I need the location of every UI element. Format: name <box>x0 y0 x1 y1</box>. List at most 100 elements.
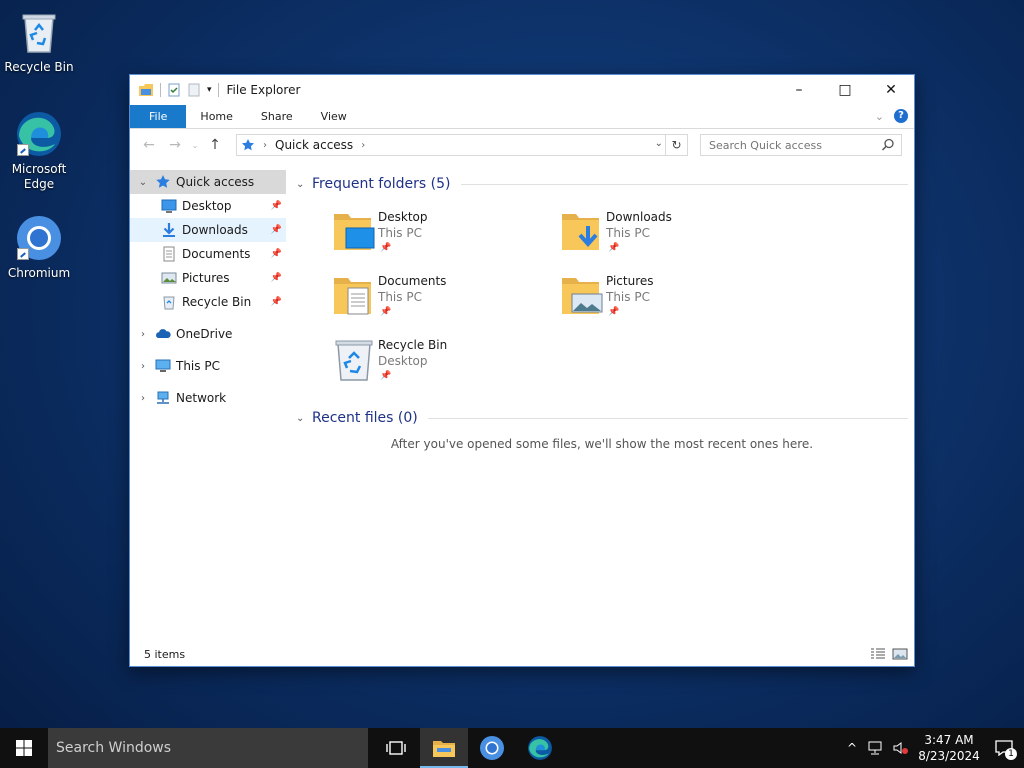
network-status-icon[interactable] <box>867 741 883 755</box>
tile-location: This PC <box>378 290 422 304</box>
desktop-icon <box>161 199 177 213</box>
title-bar[interactable]: ▾ File Explorer – □ ✕ <box>130 75 914 105</box>
header-divider <box>460 183 908 185</box>
search-box[interactable] <box>700 134 902 156</box>
details-view-icon[interactable] <box>870 648 886 660</box>
address-dropdown-icon[interactable]: ⌄ <box>655 138 663 149</box>
collapse-chevron-icon[interactable]: ⌄ <box>296 179 312 190</box>
refresh-button[interactable]: ↻ <box>665 135 687 155</box>
tile-name: Recycle Bin <box>378 338 448 352</box>
folder-tile-downloads[interactable]: Downloads This PC 📌 <box>560 208 780 268</box>
breadcrumb-chevron-icon[interactable]: › <box>263 140 267 151</box>
nav-quick-access[interactable]: ⌄ Quick access <box>130 170 286 194</box>
pin-icon: 📌 <box>608 243 620 253</box>
expand-chevron-icon[interactable]: › <box>136 361 150 372</box>
recycle-bin-icon <box>163 296 175 310</box>
large-icons-view-icon[interactable] <box>892 648 908 660</box>
recent-locations-icon[interactable]: ⌄ <box>188 141 202 150</box>
pin-icon: 📌 <box>270 201 282 211</box>
close-button[interactable]: ✕ <box>868 75 914 105</box>
action-center-button[interactable]: 1 <box>984 728 1024 768</box>
pin-icon: 📌 <box>270 273 282 283</box>
navigation-pane: ⌄ Quick access Desktop 📌 Downloads 📌 Doc… <box>130 162 290 642</box>
expand-chevron-icon[interactable]: › <box>136 329 150 340</box>
tile-location: Desktop <box>378 354 428 368</box>
new-folder-icon[interactable] <box>187 83 201 97</box>
collapse-chevron-icon[interactable]: ⌄ <box>136 177 150 188</box>
nav-this-pc[interactable]: › This PC <box>130 354 286 378</box>
volume-muted-icon[interactable] <box>893 741 909 755</box>
tile-name: Documents <box>378 274 447 288</box>
minimize-button[interactable]: – <box>776 75 822 105</box>
folder-tile-documents[interactable]: Documents This PC 📌 <box>332 272 552 332</box>
shortcut-arrow-icon <box>17 248 29 260</box>
taskbar-chromium[interactable] <box>468 728 516 768</box>
clock-time: 3:47 AM <box>924 733 974 747</box>
pin-icon: 📌 <box>608 307 620 317</box>
properties-icon[interactable] <box>167 83 181 97</box>
desktop-icon-recycle-bin[interactable]: Recycle Bin <box>1 8 77 75</box>
nav-desktop[interactable]: Desktop 📌 <box>130 194 286 218</box>
tab-share[interactable]: Share <box>247 105 307 128</box>
back-button[interactable]: ← <box>136 137 162 153</box>
nav-label: Pictures <box>182 271 230 285</box>
nav-recycle-bin[interactable]: Recycle Bin 📌 <box>130 290 286 314</box>
show-hidden-icons-icon[interactable]: ^ <box>847 741 857 755</box>
nav-pictures[interactable]: Pictures 📌 <box>130 266 286 290</box>
recent-files-header[interactable]: ⌄ Recent files (0) <box>296 408 908 428</box>
taskbar-search-box[interactable]: Search Windows <box>48 728 368 768</box>
address-bar[interactable]: › Quick access › ⌄ ↻ <box>236 134 688 156</box>
nav-label: Recycle Bin <box>182 295 252 309</box>
nav-downloads[interactable]: Downloads 📌 <box>130 218 286 242</box>
nav-label: Documents <box>182 247 251 261</box>
help-icon[interactable]: ? <box>894 109 908 123</box>
tile-name: Downloads <box>606 210 672 224</box>
nav-documents[interactable]: Documents 📌 <box>130 242 286 266</box>
tab-home[interactable]: Home <box>186 105 246 128</box>
cloud-icon <box>156 329 171 338</box>
quick-access-toolbar: ▾ <box>138 83 219 97</box>
nav-label: This PC <box>176 359 220 373</box>
customize-qat-icon[interactable]: ▾ <box>207 85 212 95</box>
tab-view[interactable]: View <box>307 105 361 128</box>
pin-icon: 📌 <box>380 243 392 253</box>
expand-ribbon-icon[interactable]: ⌄ <box>875 110 884 123</box>
item-count: 5 items <box>144 647 186 661</box>
search-input[interactable] <box>709 138 869 152</box>
header-divider <box>427 417 908 419</box>
maximize-button[interactable]: □ <box>822 75 868 105</box>
taskbar-file-explorer[interactable] <box>420 728 468 768</box>
file-explorer-icon <box>433 741 455 757</box>
desktop-icon-label: Microsoft Edge <box>11 162 67 191</box>
frequent-folders-header[interactable]: ⌄ Frequent folders (5) <box>296 174 908 194</box>
forward-button[interactable]: → <box>162 137 188 153</box>
folder-tile-recycle-bin[interactable]: Recycle Bin Desktop 📌 <box>332 336 552 396</box>
tab-file[interactable]: File <box>130 105 187 128</box>
task-view-button[interactable] <box>372 728 420 768</box>
breadcrumb-quick-access[interactable]: Quick access <box>275 138 353 152</box>
nav-label: Desktop <box>182 199 232 213</box>
breadcrumb-chevron-icon[interactable]: › <box>361 140 365 151</box>
folder-tile-pictures[interactable]: Pictures This PC 📌 <box>560 272 780 332</box>
tile-name: Desktop <box>378 210 428 224</box>
taskbar-search-placeholder: Search Windows <box>56 740 172 756</box>
nav-onedrive[interactable]: › OneDrive <box>130 322 286 346</box>
search-icon[interactable] <box>881 138 895 152</box>
tile-location: This PC <box>378 226 422 240</box>
taskbar-edge[interactable] <box>516 728 564 768</box>
computer-icon <box>155 359 171 372</box>
chromium-icon <box>15 214 63 262</box>
desktop-icon-edge[interactable]: Microsoft Edge <box>1 110 77 192</box>
recycle-bin-icon <box>15 8 63 56</box>
clock[interactable]: 3:47 AM 8/23/2024 <box>914 732 984 764</box>
collapse-chevron-icon[interactable]: ⌄ <box>296 413 312 424</box>
documents-folder-icon <box>334 278 371 315</box>
up-button[interactable]: ↑ <box>202 137 228 153</box>
desktop-icon-chromium[interactable]: Chromium <box>1 214 77 281</box>
tile-location: This PC <box>606 290 650 304</box>
folder-tile-desktop[interactable]: Desktop This PC 📌 <box>332 208 552 268</box>
start-button[interactable] <box>0 728 48 768</box>
pin-icon: 📌 <box>380 307 392 317</box>
nav-network[interactable]: › Network <box>130 386 286 410</box>
expand-chevron-icon[interactable]: › <box>136 393 150 404</box>
